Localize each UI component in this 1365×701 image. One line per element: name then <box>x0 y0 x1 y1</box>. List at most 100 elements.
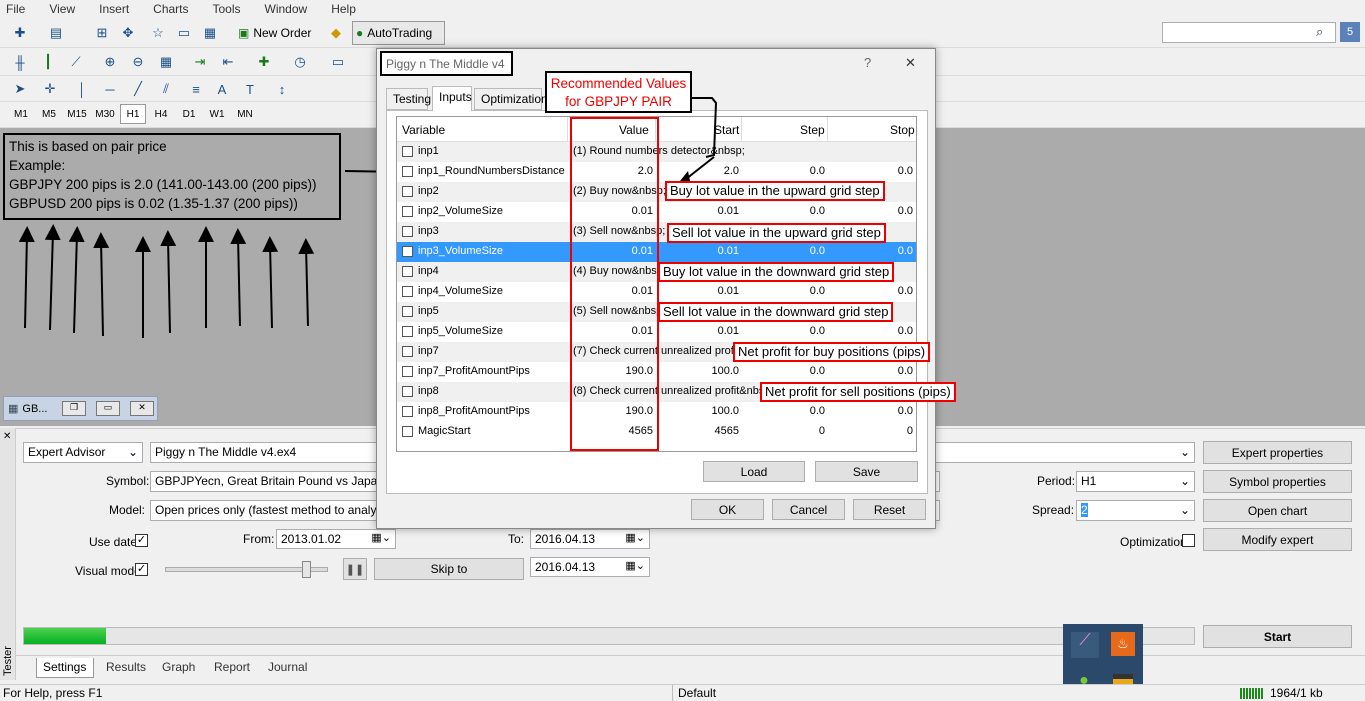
tile-windows-icon[interactable]: ▦ <box>156 52 176 72</box>
menu-item[interactable]: Window <box>265 2 308 16</box>
from-date-input[interactable]: 2013.01.02 ▦⌄ <box>276 529 396 549</box>
ok-button[interactable]: OK <box>691 499 764 520</box>
row-start[interactable]: 100.0 <box>657 365 739 377</box>
save-button[interactable]: Save <box>815 461 918 482</box>
timeframe-button[interactable]: D1 <box>176 104 202 124</box>
bar-chart-icon[interactable]: ╫ <box>10 52 30 72</box>
row-start[interactable]: 4565 <box>657 425 739 437</box>
row-checkbox[interactable] <box>402 346 413 357</box>
crosshair-icon[interactable]: ✛ <box>40 79 60 99</box>
zoom-out-icon[interactable]: ⊖ <box>128 52 148 72</box>
candlestick-icon[interactable]: ┃ <box>38 52 58 72</box>
row-stop[interactable]: 0.0 <box>829 325 913 337</box>
symbol-properties-button[interactable]: Symbol properties <box>1203 470 1352 493</box>
calendar-icon[interactable]: ▦⌄ <box>625 531 645 544</box>
cursor-icon[interactable]: ➤ <box>10 79 30 99</box>
row-step[interactable]: 0.0 <box>743 285 825 297</box>
row-checkbox[interactable] <box>402 186 413 197</box>
dialog-tab[interactable]: Testing <box>386 88 431 110</box>
java-icon[interactable]: ♨ <box>1111 632 1135 656</box>
row-checkbox[interactable] <box>402 306 413 317</box>
calendar-icon[interactable]: ▦⌄ <box>371 531 391 544</box>
menu-item[interactable]: View <box>49 2 75 16</box>
periods-icon[interactable]: ◷ <box>290 52 310 72</box>
timeframe-button[interactable]: H1 <box>120 104 146 124</box>
horizontal-line-icon[interactable]: ─ <box>100 79 120 99</box>
row-start[interactable]: 0.01 <box>657 325 739 337</box>
text-label-icon[interactable]: T <box>240 79 260 99</box>
fibonacci-icon[interactable]: ≡ <box>186 79 206 99</box>
data-window-icon[interactable]: ▦ <box>200 23 220 43</box>
modify-expert-button[interactable]: Modify expert <box>1203 528 1352 551</box>
menu-item[interactable]: Help <box>331 2 356 16</box>
row-checkbox[interactable] <box>402 206 413 217</box>
trendline-icon[interactable]: ╱ <box>128 79 148 99</box>
tester-tab[interactable]: Results <box>100 658 148 678</box>
dialog-tab[interactable]: Inputs <box>432 86 472 111</box>
row-checkbox[interactable] <box>402 166 413 177</box>
row-checkbox[interactable] <box>402 146 413 157</box>
row-step[interactable]: 0.0 <box>743 205 825 217</box>
restore-icon[interactable]: ❐ <box>62 401 86 416</box>
load-button[interactable]: Load <box>703 461 805 482</box>
autoscroll-icon[interactable]: ⇥ <box>190 52 210 72</box>
row-step[interactable]: 0.0 <box>743 325 825 337</box>
expert-properties-button[interactable]: Expert properties <box>1203 441 1352 464</box>
navigator-icon[interactable]: ✥ <box>118 23 138 43</box>
period-select[interactable]: H1 ⌄ <box>1076 471 1195 492</box>
row-step[interactable]: 0.0 <box>743 245 825 257</box>
row-start[interactable]: 0.01 <box>657 205 739 217</box>
line-chart-icon[interactable]: ⟋ <box>66 52 86 72</box>
templates-icon[interactable]: ▭ <box>328 52 348 72</box>
expert-type-select[interactable]: Expert Advisor ⌄ <box>23 442 143 463</box>
dialog-tab[interactable]: Optimization <box>474 88 548 110</box>
timeframe-button[interactable]: M30 <box>92 104 118 124</box>
timeframe-button[interactable]: M15 <box>64 104 90 124</box>
row-checkbox[interactable] <box>402 386 413 397</box>
search-input[interactable] <box>1162 22 1336 43</box>
row-checkbox[interactable] <box>402 426 413 437</box>
tester-tab[interactable]: Settings <box>36 658 94 678</box>
channel-icon[interactable]: ⫽ <box>156 79 176 99</box>
row-step[interactable]: 0 <box>743 425 825 437</box>
start-button[interactable]: Start <box>1203 625 1352 648</box>
timeframe-button[interactable]: M1 <box>8 104 34 124</box>
to-date-input[interactable]: 2016.04.13 ▦⌄ <box>530 529 650 549</box>
menu-item[interactable]: Tools <box>213 2 241 16</box>
row-checkbox[interactable] <box>402 246 413 257</box>
timeframe-button[interactable]: H4 <box>148 104 174 124</box>
feather-icon[interactable]: ⟋ <box>1071 632 1099 658</box>
spread-select[interactable]: 2 ⌄ <box>1076 500 1195 521</box>
arrows-icon[interactable]: ↕ <box>272 79 292 99</box>
tester-tab[interactable]: Report <box>208 658 258 678</box>
row-stop[interactable]: 0 <box>829 425 913 437</box>
zoom-in-icon[interactable]: ⊕ <box>100 52 120 72</box>
row-checkbox[interactable] <box>402 286 413 297</box>
maximize-icon[interactable]: ▭ <box>96 401 120 416</box>
row-start[interactable]: 0.01 <box>657 245 739 257</box>
skip-to-button[interactable]: Skip to <box>374 558 524 580</box>
menu-item[interactable]: Charts <box>153 2 188 16</box>
cancel-button[interactable]: Cancel <box>772 499 845 520</box>
row-checkbox[interactable] <box>402 266 413 277</box>
reset-button[interactable]: Reset <box>853 499 926 520</box>
row-checkbox[interactable] <box>402 366 413 377</box>
market-watch-icon[interactable]: ⊞ <box>92 23 112 43</box>
metaeditor-icon[interactable]: ◆ <box>326 23 346 43</box>
row-checkbox[interactable] <box>402 226 413 237</box>
row-stop[interactable]: 0.0 <box>829 285 913 297</box>
autotrading-button[interactable]: ● AutoTrading <box>352 21 445 45</box>
visual-mode-checkbox[interactable]: ✓ <box>135 563 148 576</box>
row-stop[interactable]: 0.0 <box>829 205 913 217</box>
row-step[interactable]: 0.0 <box>743 365 825 377</box>
indicators-icon[interactable]: ✚ <box>254 52 274 72</box>
tester-close-icon[interactable]: ✕ <box>3 431 11 442</box>
strategy-tester-icon[interactable]: ▭ <box>174 23 194 43</box>
row-stop[interactable]: 0.0 <box>829 405 913 417</box>
tester-tab[interactable]: Journal <box>262 658 320 678</box>
text-icon[interactable]: A <box>212 79 232 99</box>
skip-date-input[interactable]: 2016.04.13 ▦⌄ <box>530 557 650 577</box>
search-icon[interactable]: ⌕ <box>1316 24 1323 40</box>
terminal-icon[interactable]: ☆ <box>148 23 168 43</box>
new-order-button[interactable]: ▣ New Order <box>238 22 311 44</box>
